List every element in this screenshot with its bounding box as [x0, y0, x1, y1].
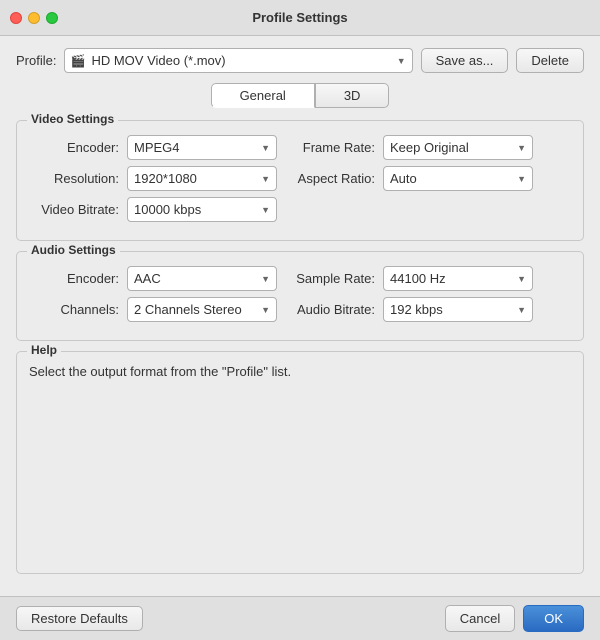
aspectratio-label: Aspect Ratio: [285, 171, 375, 186]
encoder-select-wrapper: MPEG4 H.264 H.265 [127, 135, 277, 160]
profile-label: Profile: [16, 53, 56, 68]
videobitrate-select-wrapper: 10000 kbps 8000 kbps 5000 kbps [127, 197, 277, 222]
samplerate-select[interactable]: 44100 Hz 48000 Hz 22050 Hz [383, 266, 533, 291]
title-bar: Profile Settings [0, 0, 600, 36]
bottom-bar: Restore Defaults Cancel OK [0, 596, 600, 640]
audiobitrate-select-wrapper: 192 kbps 128 kbps 256 kbps [383, 297, 533, 322]
audio-row-1: Encoder: AAC MP3 AC3 Sample Rate: 44100 … [29, 266, 571, 291]
delete-button[interactable]: Delete [516, 48, 584, 73]
cancel-button[interactable]: Cancel [445, 605, 515, 632]
framerate-label: Frame Rate: [285, 140, 375, 155]
channels-select-wrapper: 2 Channels Stereo Stereo Mono [127, 297, 277, 322]
resolution-label: Resolution: [29, 171, 119, 186]
channels-select[interactable]: 2 Channels Stereo Stereo Mono [127, 297, 277, 322]
video-icon: 🎬 [70, 54, 85, 68]
audio-settings-section: Audio Settings Encoder: AAC MP3 AC3 Samp… [16, 251, 584, 341]
samplerate-select-wrapper: 44100 Hz 48000 Hz 22050 Hz [383, 266, 533, 291]
tab-3d[interactable]: 3D [315, 83, 390, 108]
profile-select-wrapper: 🎬 HD MOV Video (*.mov) [64, 48, 412, 73]
resolution-select-wrapper: 1920*1080 1280*720 640*480 [127, 166, 277, 191]
video-row-2: Resolution: 1920*1080 1280*720 640*480 A… [29, 166, 571, 191]
channels-label: Channels: [29, 302, 119, 317]
encoder-select[interactable]: MPEG4 H.264 H.265 [127, 135, 277, 160]
tab-bar: General 3D [16, 83, 584, 108]
framerate-select-wrapper: Keep Original 24 30 [383, 135, 533, 160]
profile-select[interactable]: HD MOV Video (*.mov) [64, 48, 412, 73]
audio-encoder-select-wrapper: AAC MP3 AC3 [127, 266, 277, 291]
help-title: Help [27, 343, 61, 357]
profile-row: Profile: 🎬 HD MOV Video (*.mov) Save as.… [16, 48, 584, 73]
minimize-button[interactable] [28, 12, 40, 24]
bottom-right-buttons: Cancel OK [445, 605, 584, 632]
audiobitrate-select[interactable]: 192 kbps 128 kbps 256 kbps [383, 297, 533, 322]
audio-encoder-select[interactable]: AAC MP3 AC3 [127, 266, 277, 291]
videobitrate-select[interactable]: 10000 kbps 8000 kbps 5000 kbps [127, 197, 277, 222]
help-section: Help Select the output format from the "… [16, 351, 584, 574]
close-button[interactable] [10, 12, 22, 24]
audiobitrate-label: Audio Bitrate: [285, 302, 375, 317]
resolution-select[interactable]: 1920*1080 1280*720 640*480 [127, 166, 277, 191]
aspectratio-select[interactable]: Auto 4:3 16:9 [383, 166, 533, 191]
framerate-select[interactable]: Keep Original 24 30 [383, 135, 533, 160]
video-row-1: Encoder: MPEG4 H.264 H.265 Frame Rate: K… [29, 135, 571, 160]
aspectratio-select-wrapper: Auto 4:3 16:9 [383, 166, 533, 191]
tab-general[interactable]: General [211, 83, 315, 108]
restore-defaults-button[interactable]: Restore Defaults [16, 606, 143, 631]
audio-row-2: Channels: 2 Channels Stereo Stereo Mono … [29, 297, 571, 322]
video-row-3: Video Bitrate: 10000 kbps 8000 kbps 5000… [29, 197, 571, 222]
audio-encoder-label: Encoder: [29, 271, 119, 286]
save-as-button[interactable]: Save as... [421, 48, 509, 73]
audio-settings-title: Audio Settings [27, 243, 120, 257]
main-content: Profile: 🎬 HD MOV Video (*.mov) Save as.… [0, 36, 600, 596]
video-settings-section: Video Settings Encoder: MPEG4 H.264 H.26… [16, 120, 584, 241]
samplerate-label: Sample Rate: [285, 271, 375, 286]
videobitrate-label: Video Bitrate: [29, 202, 119, 217]
help-text: Select the output format from the "Profi… [29, 364, 571, 379]
encoder-label: Encoder: [29, 140, 119, 155]
video-settings-title: Video Settings [27, 112, 118, 126]
traffic-lights [10, 12, 58, 24]
ok-button[interactable]: OK [523, 605, 584, 632]
maximize-button[interactable] [46, 12, 58, 24]
window-title: Profile Settings [252, 10, 347, 25]
